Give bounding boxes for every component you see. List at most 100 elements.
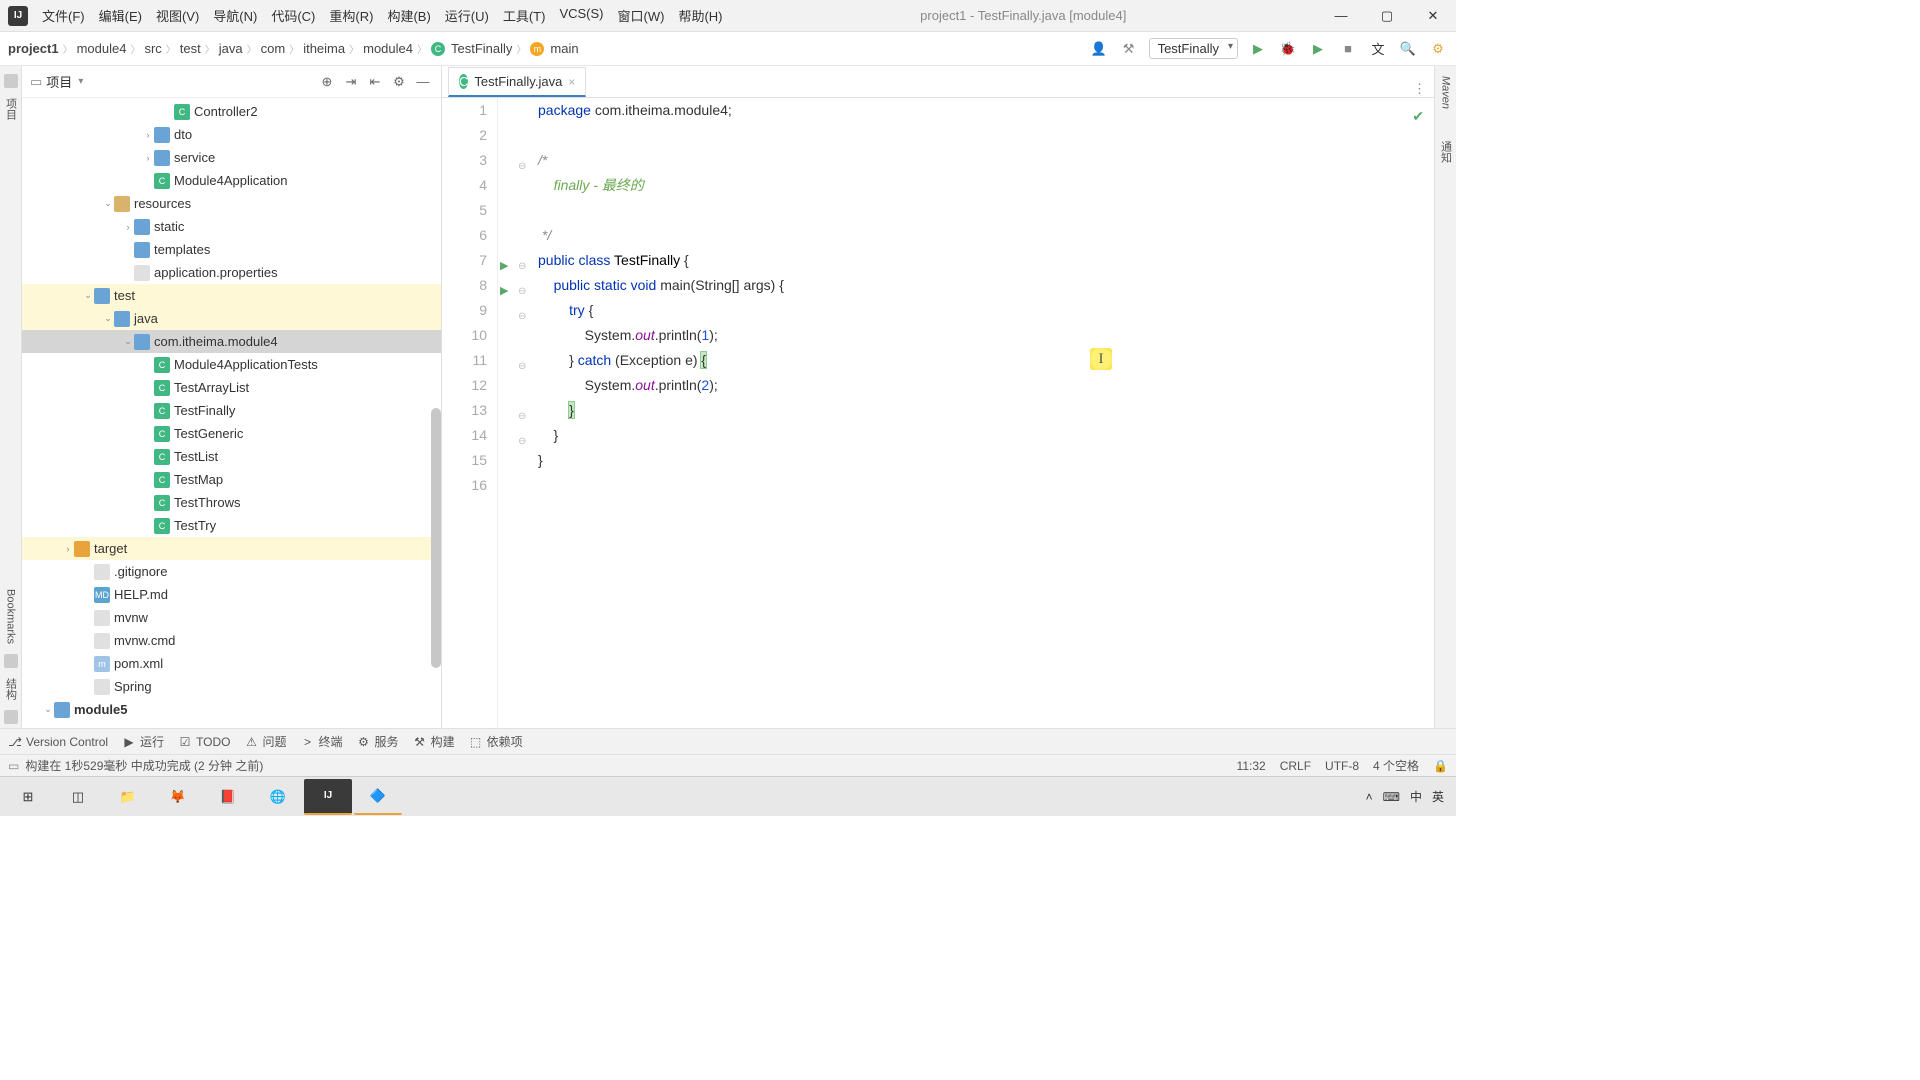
code-line[interactable]: } bbox=[538, 398, 1434, 423]
tree-chevron-icon[interactable]: › bbox=[62, 544, 74, 554]
line-separator[interactable]: CRLF bbox=[1280, 759, 1311, 773]
code-line[interactable]: /* bbox=[538, 148, 1434, 173]
ime-indicator-2[interactable]: 英 bbox=[1432, 788, 1444, 805]
menu-item[interactable]: 窗口(W) bbox=[612, 2, 671, 29]
project-pane-title[interactable]: 项目 bbox=[46, 72, 72, 91]
tree-node[interactable]: ›static bbox=[22, 215, 441, 238]
code-area[interactable]: ✔ I package com.itheima.module4;/* final… bbox=[530, 98, 1434, 728]
minimize-button[interactable]: — bbox=[1318, 0, 1364, 32]
project-tool-tab[interactable]: 项目 bbox=[1, 92, 21, 126]
fold-marker-icon[interactable]: ⊖ bbox=[518, 304, 526, 329]
menu-item[interactable]: 编辑(E) bbox=[93, 2, 148, 29]
tree-chevron-icon[interactable]: › bbox=[142, 153, 154, 163]
breadcrumb-item[interactable]: module4 bbox=[363, 41, 413, 56]
tree-node[interactable]: mvnw bbox=[22, 606, 441, 629]
maximize-button[interactable]: ▢ bbox=[1364, 0, 1410, 32]
code-line[interactable]: try { bbox=[538, 298, 1434, 323]
menu-item[interactable]: 文件(F) bbox=[36, 2, 91, 29]
tree-node[interactable]: ⌄resources bbox=[22, 192, 441, 215]
task-view-button[interactable]: ◫ bbox=[54, 779, 102, 815]
ime-indicator-1[interactable]: 中 bbox=[1410, 788, 1422, 805]
indent-setting[interactable]: 4 个空格 bbox=[1373, 757, 1419, 774]
search-icon[interactable]: 🔍 bbox=[1398, 39, 1418, 59]
gutter-run-icon[interactable]: ▶ bbox=[500, 254, 508, 279]
code-line[interactable]: } catch (Exception e) { bbox=[538, 348, 1434, 373]
add-user-icon[interactable]: 👤 bbox=[1089, 39, 1109, 59]
tree-node[interactable]: CTestArrayList bbox=[22, 376, 441, 399]
fold-marker-icon[interactable]: ⊖ bbox=[518, 154, 526, 179]
hide-panel-icon[interactable]: — bbox=[413, 72, 433, 92]
collapse-all-icon[interactable]: ⇤ bbox=[365, 72, 385, 92]
tree-node[interactable]: ⌄com.itheima.module4 bbox=[22, 330, 441, 353]
tray-keyboard-icon[interactable]: ⌨ bbox=[1383, 790, 1400, 804]
tree-chevron-icon[interactable]: ⌄ bbox=[42, 704, 54, 715]
code-editor[interactable]: 12345678910111213141516 ▶▶ ⊖⊖⊖⊖⊖⊖⊖ ✔ I p… bbox=[442, 98, 1434, 728]
bottom-tool-运行[interactable]: ▶运行 bbox=[122, 733, 164, 750]
tree-node[interactable]: application.properties bbox=[22, 261, 441, 284]
notifications-tool-tab[interactable]: 通知 bbox=[1436, 135, 1456, 169]
maven-tool-tab[interactable]: Maven bbox=[1438, 70, 1454, 115]
caret-position[interactable]: 11:32 bbox=[1237, 759, 1266, 773]
tree-chevron-icon[interactable]: › bbox=[122, 222, 134, 232]
firefox-button[interactable]: 🦊 bbox=[154, 779, 202, 815]
fold-marker-icon[interactable]: ⊖ bbox=[518, 404, 526, 429]
breadcrumb-item[interactable]: java bbox=[219, 41, 243, 56]
tree-node[interactable]: MDHELP.md bbox=[22, 583, 441, 606]
tree-chevron-icon[interactable]: ⌄ bbox=[82, 290, 94, 301]
breadcrumb-item[interactable]: module4 bbox=[77, 41, 127, 56]
tree-node[interactable]: CTestFinally bbox=[22, 399, 441, 422]
tree-node[interactable]: ⌄test bbox=[22, 284, 441, 307]
tree-node[interactable]: ›dto bbox=[22, 123, 441, 146]
bottom-tool-终端[interactable]: >终端 bbox=[301, 733, 343, 750]
code-line[interactable]: */ bbox=[538, 223, 1434, 248]
breadcrumb-item[interactable]: test bbox=[180, 41, 201, 56]
run-config-dropdown[interactable]: TestFinally bbox=[1149, 38, 1238, 59]
breadcrumb-item[interactable]: src bbox=[144, 41, 161, 56]
close-tab-icon[interactable]: × bbox=[568, 75, 575, 89]
explorer-button[interactable]: 📁 bbox=[104, 779, 152, 815]
tree-node[interactable]: CTestList bbox=[22, 445, 441, 468]
debug-button[interactable]: 🐞 bbox=[1278, 39, 1298, 59]
app-button[interactable]: 🔷 bbox=[354, 779, 402, 815]
code-line[interactable]: System.out.println(1); bbox=[538, 323, 1434, 348]
bottom-tool-构建[interactable]: ⚒构建 bbox=[413, 733, 455, 750]
structure-tool-tab[interactable]: 结构 bbox=[1, 672, 21, 706]
fold-marker-icon[interactable]: ⊖ bbox=[518, 279, 526, 304]
expand-all-icon[interactable]: ⇥ bbox=[341, 72, 361, 92]
code-line[interactable]: public static void main(String[] args) { bbox=[538, 273, 1434, 298]
coverage-button[interactable]: ▶ bbox=[1308, 39, 1328, 59]
tree-node[interactable]: CModule4Application bbox=[22, 169, 441, 192]
tree-node[interactable]: templates bbox=[22, 238, 441, 261]
code-line[interactable]: package com.itheima.module4; bbox=[538, 98, 1434, 123]
gutter-run-icon[interactable]: ▶ bbox=[500, 279, 508, 304]
tree-scrollbar-thumb[interactable] bbox=[431, 408, 441, 668]
bookmarks-tool-icon[interactable] bbox=[4, 654, 18, 668]
bottom-tool-依赖项[interactable]: ⬚依赖项 bbox=[469, 733, 523, 750]
tree-node[interactable]: CController2 bbox=[22, 100, 441, 123]
stop-button[interactable]: ■ bbox=[1338, 39, 1358, 59]
code-line[interactable]: finally - 最终的 bbox=[538, 173, 1434, 198]
status-icon[interactable]: ▭ bbox=[8, 759, 19, 773]
tree-node[interactable]: Spring bbox=[22, 675, 441, 698]
menu-item[interactable]: 工具(T) bbox=[497, 2, 552, 29]
bottom-tool-todo[interactable]: ☑TODO bbox=[178, 735, 230, 749]
tree-chevron-icon[interactable]: ⌄ bbox=[102, 313, 114, 324]
breadcrumb-item[interactable]: project1 bbox=[8, 41, 59, 56]
tree-node[interactable]: CTestTry bbox=[22, 514, 441, 537]
start-button[interactable]: ⊞ bbox=[4, 779, 52, 815]
breadcrumb-item[interactable]: com bbox=[261, 41, 286, 56]
fold-marker-icon[interactable]: ⊖ bbox=[518, 254, 526, 279]
translate-icon[interactable]: 文 bbox=[1368, 39, 1388, 59]
breadcrumb-item[interactable]: TestFinally bbox=[451, 41, 512, 56]
menu-item[interactable]: 运行(U) bbox=[439, 2, 495, 29]
menu-item[interactable]: 构建(B) bbox=[381, 2, 436, 29]
fold-marker-icon[interactable]: ⊖ bbox=[518, 429, 526, 454]
fold-gutter[interactable]: ⊖⊖⊖⊖⊖⊖⊖ bbox=[516, 98, 530, 728]
tree-node[interactable]: CTestMap bbox=[22, 468, 441, 491]
code-line[interactable] bbox=[538, 473, 1434, 498]
tree-node[interactable]: ›target bbox=[22, 537, 441, 560]
fold-marker-icon[interactable]: ⊖ bbox=[518, 354, 526, 379]
tree-node[interactable]: CTestThrows bbox=[22, 491, 441, 514]
menu-item[interactable]: 代码(C) bbox=[265, 2, 321, 29]
breadcrumb[interactable]: project1〉module4〉src〉test〉java〉com〉ithei… bbox=[8, 41, 1089, 56]
